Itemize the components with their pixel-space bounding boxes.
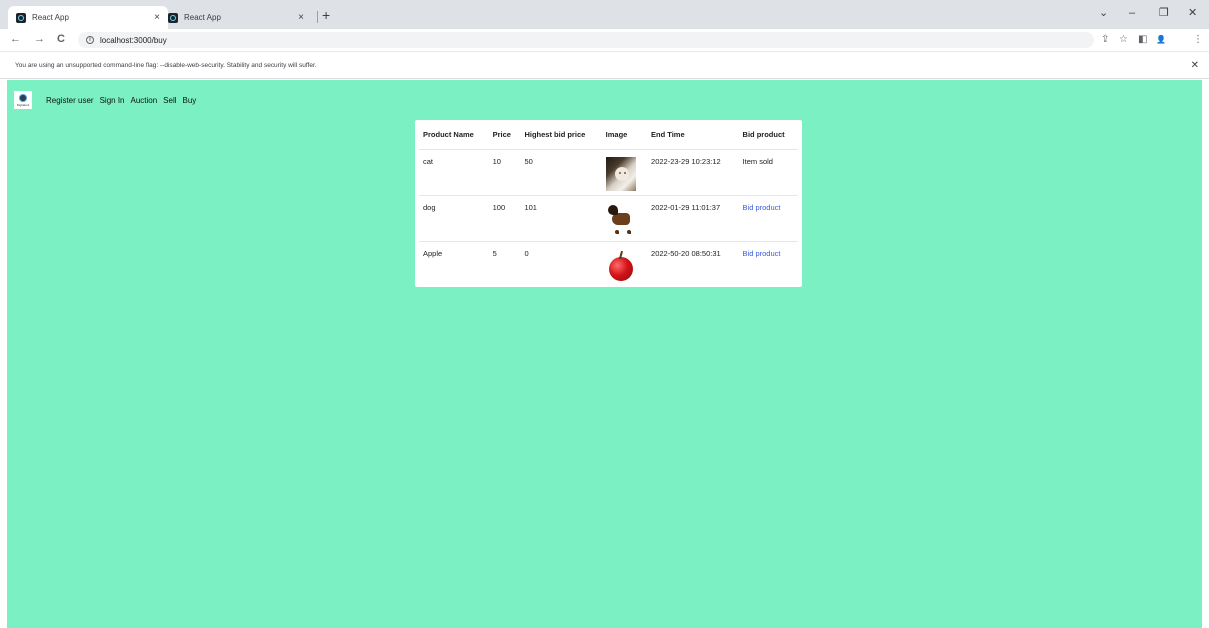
cell-end-time: 2022-50-20 08:50:31 <box>651 249 721 258</box>
close-window-button[interactable]: ✕ <box>1188 7 1197 19</box>
browser-toolbar: ← → C i localhost:3000/buy ⇪ ☆ ◧ 👤 ⋮ <box>0 29 1209 51</box>
new-tab-button[interactable]: + <box>322 8 330 22</box>
table-row: Apple 5 0 2022-50-20 08:50:31 Bid produc… <box>419 242 798 288</box>
minimize-button[interactable]: – <box>1129 7 1135 19</box>
cell-highest-bid: 101 <box>520 195 602 242</box>
cell-end-time: 2022-01-29 11:01:37 <box>647 195 739 242</box>
nav-link-register-user[interactable]: Register user <box>46 96 94 105</box>
react-favicon-icon <box>168 12 178 23</box>
address-text: localhost:3000/buy <box>100 35 167 45</box>
header-product-name: Product Name <box>419 120 489 150</box>
cell-image <box>601 195 648 242</box>
forward-button[interactable]: → <box>34 33 45 46</box>
header-end-time: End Time <box>647 120 739 150</box>
tab-react-app-active[interactable]: React App × <box>8 6 168 29</box>
site-info-icon[interactable]: i <box>86 36 94 44</box>
bid-product-link[interactable]: Bid product <box>743 249 781 258</box>
reload-button[interactable]: C <box>57 33 65 46</box>
tab-close-icon[interactable]: × <box>298 12 304 23</box>
cell-image <box>602 242 647 288</box>
products-table-card: Product Name Price Highest bid price Ima… <box>415 120 802 287</box>
products-table: Product Name Price Highest bid price Ima… <box>419 120 798 288</box>
cell-highest-bid: 0 <box>524 249 529 258</box>
profile-icon[interactable]: 👤 <box>1156 34 1166 46</box>
dog-photo <box>606 203 636 237</box>
cell-product-name: cat <box>419 149 489 196</box>
logo-text: Digitalent <box>16 102 30 107</box>
table-row: cat 10 50 2022-23-29 10:23:12 Item sold <box>419 149 798 196</box>
cell-bid-status: Item sold <box>738 149 798 196</box>
cell-price: 5 <box>492 249 497 258</box>
bid-product-link[interactable]: Bid product <box>743 203 781 212</box>
cell-highest-bid: 50 <box>520 149 602 196</box>
nav-link-auction[interactable]: Auction <box>130 96 157 105</box>
cat-photo <box>605 157 636 191</box>
cell-product-name: dog <box>419 195 489 242</box>
header-image: Image <box>601 120 648 150</box>
cell-bid-product: Bid product <box>739 242 798 288</box>
tab-react-app[interactable]: React App × <box>160 6 312 29</box>
table-header-row: Product Name Price Highest bid price Ima… <box>419 120 798 150</box>
tab-separator <box>317 11 318 23</box>
tab-title: React App <box>184 13 221 22</box>
header-bid-product: Bid product <box>738 120 798 150</box>
tab-strip: React App × React App × + ⌄ – ❐ ✕ <box>0 0 1209 29</box>
cell-bid-product: Bid product <box>738 195 798 242</box>
globe-icon <box>19 93 27 102</box>
nav-link-sell[interactable]: Sell <box>163 96 176 105</box>
site-navbar: Digitalent Register user Sign In Auction… <box>14 90 202 110</box>
header-price: Price <box>488 120 521 150</box>
address-bar[interactable]: i localhost:3000/buy <box>78 32 1094 48</box>
cell-price: 100 <box>488 195 521 242</box>
infobar-message: You are using an unsupported command-lin… <box>15 62 317 69</box>
cell-end-time: 2022-23-29 10:23:12 <box>647 149 739 196</box>
nav-link-buy[interactable]: Buy <box>183 96 197 105</box>
cell-price: 10 <box>488 149 521 196</box>
side-panel-icon[interactable]: ◧ <box>1138 34 1147 46</box>
share-icon[interactable]: ⇪ <box>1101 34 1109 46</box>
react-favicon-icon <box>16 12 26 23</box>
tab-title: React App <box>32 13 69 22</box>
apple-photo <box>606 249 636 283</box>
page-viewport: Digitalent Register user Sign In Auction… <box>7 80 1202 628</box>
nav-link-sign-in[interactable]: Sign In <box>100 96 125 105</box>
header-highest-bid: Highest bid price <box>520 120 602 150</box>
bookmark-star-icon[interactable]: ☆ <box>1119 34 1128 46</box>
cell-image <box>601 149 648 196</box>
browser-window: React App × React App × + ⌄ – ❐ ✕ ← → C … <box>0 0 1209 628</box>
browser-menu-icon[interactable]: ⋮ <box>1193 34 1203 46</box>
tab-search-icon[interactable]: ⌄ <box>1099 7 1108 19</box>
back-button[interactable]: ← <box>10 33 21 46</box>
cell-product-name: Apple <box>423 249 443 258</box>
site-logo[interactable]: Digitalent <box>14 91 32 109</box>
table-row: dog 100 101 2022-01-29 11:01:37 Bid prod… <box>419 195 798 242</box>
restore-button[interactable]: ❐ <box>1159 7 1169 19</box>
warning-infobar: You are using an unsupported command-lin… <box>0 51 1209 79</box>
infobar-close-icon[interactable]: ✕ <box>1191 60 1199 71</box>
